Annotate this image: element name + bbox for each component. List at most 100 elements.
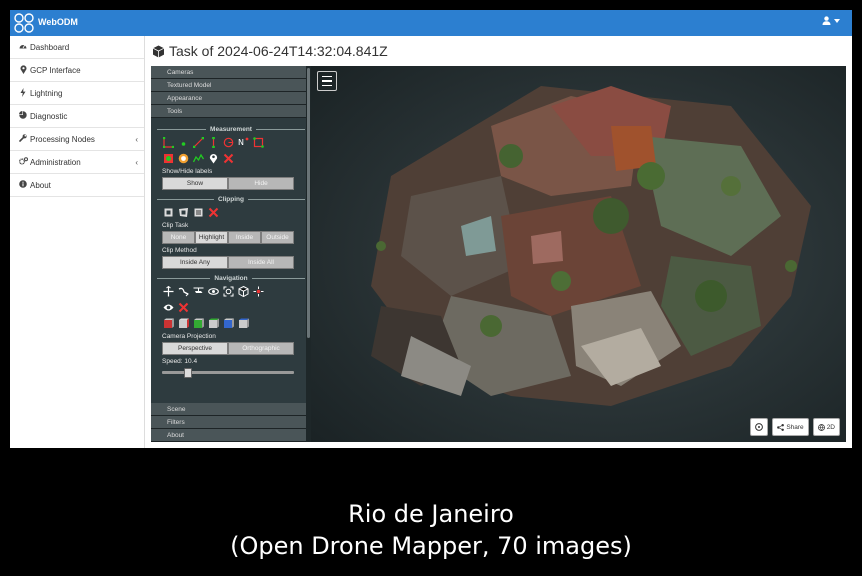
user-menu-button[interactable] xyxy=(822,16,840,25)
sidebar-item-lightning[interactable]: Lightning xyxy=(10,82,144,105)
clip-task-highlight-button[interactable]: Highlight xyxy=(195,231,228,244)
full-extent-cube-icon[interactable] xyxy=(238,286,249,297)
helicopter-controls-icon[interactable] xyxy=(193,286,204,297)
speed-slider-thumb[interactable] xyxy=(184,368,193,378)
clip-task-outside-button[interactable]: Outside xyxy=(261,231,294,244)
right-view-icon[interactable] xyxy=(178,318,189,329)
measurement-tools-row-1: N xyxy=(163,136,311,149)
clip-method-inside-any-button[interactable]: Inside Any xyxy=(162,256,228,269)
accordion-label: About xyxy=(167,431,184,439)
viewer-sidebar-panel: Cameras Textured Model Appearance Tools … xyxy=(151,66,311,442)
navigation-header: Navigation xyxy=(157,275,306,282)
sphere-volume-icon[interactable] xyxy=(178,153,189,164)
focus-target-icon[interactable] xyxy=(223,286,234,297)
accordion-label: Textured Model xyxy=(167,81,212,89)
bottom-accordions: Scene Filters About xyxy=(151,403,306,442)
accordion-appearance[interactable]: Appearance xyxy=(151,92,311,105)
main-content: Task of 2024-06-24T14:32:04.841Z Cameras… xyxy=(145,36,852,448)
show-labels-button[interactable]: Show xyxy=(162,177,228,190)
earth-controls-icon[interactable] xyxy=(208,286,219,297)
hide-labels-button[interactable]: Hide xyxy=(228,177,294,190)
clip-task-inside-button[interactable]: Inside xyxy=(228,231,261,244)
show-hide-labels-toggle: Show Hide xyxy=(162,177,294,190)
clip-volume-icon[interactable] xyxy=(163,207,174,218)
remove-icon[interactable] xyxy=(178,302,189,313)
sidebar-item-processing-nodes[interactable]: Processing Nodes ‹ xyxy=(10,128,144,151)
angle-measure-icon[interactable] xyxy=(163,137,174,148)
webodm-window: WebODM Dashboard GCP Interface Lightning… xyxy=(10,10,852,448)
eye-icon[interactable] xyxy=(163,302,174,313)
page-title: Task of 2024-06-24T14:32:04.841Z xyxy=(152,43,388,59)
sidebar-item-dashboard[interactable]: Dashboard xyxy=(10,36,144,59)
sidebar-item-diagnostic[interactable]: Diagnostic xyxy=(10,105,144,128)
remove-clipping-icon[interactable] xyxy=(208,207,219,218)
accordion-about[interactable]: About xyxy=(151,429,306,442)
sidebar-item-administration[interactable]: Administration ‹ xyxy=(10,151,144,174)
accordion-cameras[interactable]: Cameras xyxy=(151,66,311,79)
accordion-label: Scene xyxy=(167,405,186,413)
panel-scrollbar-thumb[interactable] xyxy=(307,68,310,338)
bolt-icon xyxy=(18,87,28,99)
clip-task-none-button[interactable]: None xyxy=(162,231,195,244)
distance-measure-icon[interactable] xyxy=(193,137,204,148)
speed-label: Speed: 10.4 xyxy=(162,358,198,365)
section-label: Navigation xyxy=(214,275,248,282)
clip-polygon-icon[interactable] xyxy=(178,207,189,218)
left-view-icon[interactable] xyxy=(163,318,174,329)
volume-measure-icon[interactable] xyxy=(163,153,174,164)
sidebar-item-label: Diagnostic xyxy=(30,111,68,121)
camera-info-button[interactable] xyxy=(750,418,769,436)
front-view-icon[interactable] xyxy=(193,318,204,329)
sidebar-item-label: Lightning xyxy=(30,88,63,98)
view-presets-row xyxy=(163,317,311,330)
orthographic-button[interactable]: Orthographic xyxy=(228,342,294,355)
share-button[interactable]: Share xyxy=(772,418,809,436)
clipping-header: Clipping xyxy=(157,196,305,203)
azimuth-measure-icon[interactable]: N xyxy=(238,137,249,148)
webodm-logo-icon[interactable] xyxy=(14,13,34,33)
accordion-filters[interactable]: Filters xyxy=(151,416,306,429)
info-icon xyxy=(18,180,28,190)
height-profile-icon[interactable] xyxy=(193,153,204,164)
accordion-label: Appearance xyxy=(167,94,203,102)
accordion-scene[interactable]: Scene xyxy=(151,403,306,416)
view-2d-button[interactable]: 2D xyxy=(812,418,840,436)
caret-down-icon xyxy=(834,18,840,23)
height-measure-icon[interactable] xyxy=(208,137,219,148)
top-view-icon[interactable] xyxy=(223,318,234,329)
potree-3d-viewer[interactable]: Cameras Textured Model Appearance Tools … xyxy=(151,66,846,442)
fly-controls-icon[interactable] xyxy=(178,286,189,297)
section-label: Clipping xyxy=(218,196,244,203)
sidebar-item-label: GCP Interface xyxy=(30,65,81,75)
circle-measure-icon[interactable] xyxy=(223,137,234,148)
speed-slider-track xyxy=(162,371,294,374)
brand-name[interactable]: WebODM xyxy=(38,17,78,27)
clip-box-icon[interactable] xyxy=(193,207,204,218)
annotation-icon[interactable] xyxy=(208,153,219,164)
back-view-icon[interactable] xyxy=(208,318,219,329)
perspective-button[interactable]: Perspective xyxy=(162,342,228,355)
sidebar-item-gcp-interface[interactable]: GCP Interface xyxy=(10,59,144,82)
speed-slider[interactable] xyxy=(162,368,294,378)
point-cloud-render[interactable] xyxy=(311,66,846,442)
bottom-view-icon[interactable] xyxy=(238,318,249,329)
measurement-header: Measurement xyxy=(157,126,305,133)
menu-toggle-button[interactable] xyxy=(317,71,337,91)
sidebar-item-about[interactable]: About xyxy=(10,174,144,197)
clipping-tools-row xyxy=(163,206,311,219)
clip-task-label: Clip Task xyxy=(162,222,189,229)
measurement-tools-row-2 xyxy=(163,152,311,165)
clip-method-options: Inside Any Inside All xyxy=(162,256,294,269)
accordion-textured-model[interactable]: Textured Model xyxy=(151,79,311,92)
navigation-cube-icon[interactable] xyxy=(253,286,264,297)
cube-icon xyxy=(152,45,165,57)
remove-measurements-icon[interactable] xyxy=(223,153,234,164)
point-measure-icon[interactable] xyxy=(178,137,189,148)
dashboard-icon xyxy=(18,42,28,52)
camera-projection-label: Camera Projection xyxy=(162,333,216,340)
top-navbar: WebODM xyxy=(10,10,852,36)
clip-method-inside-all-button[interactable]: Inside All xyxy=(228,256,294,269)
orbit-controls-icon[interactable] xyxy=(163,286,174,297)
area-measure-icon[interactable] xyxy=(253,137,264,148)
accordion-tools[interactable]: Tools xyxy=(151,105,311,118)
